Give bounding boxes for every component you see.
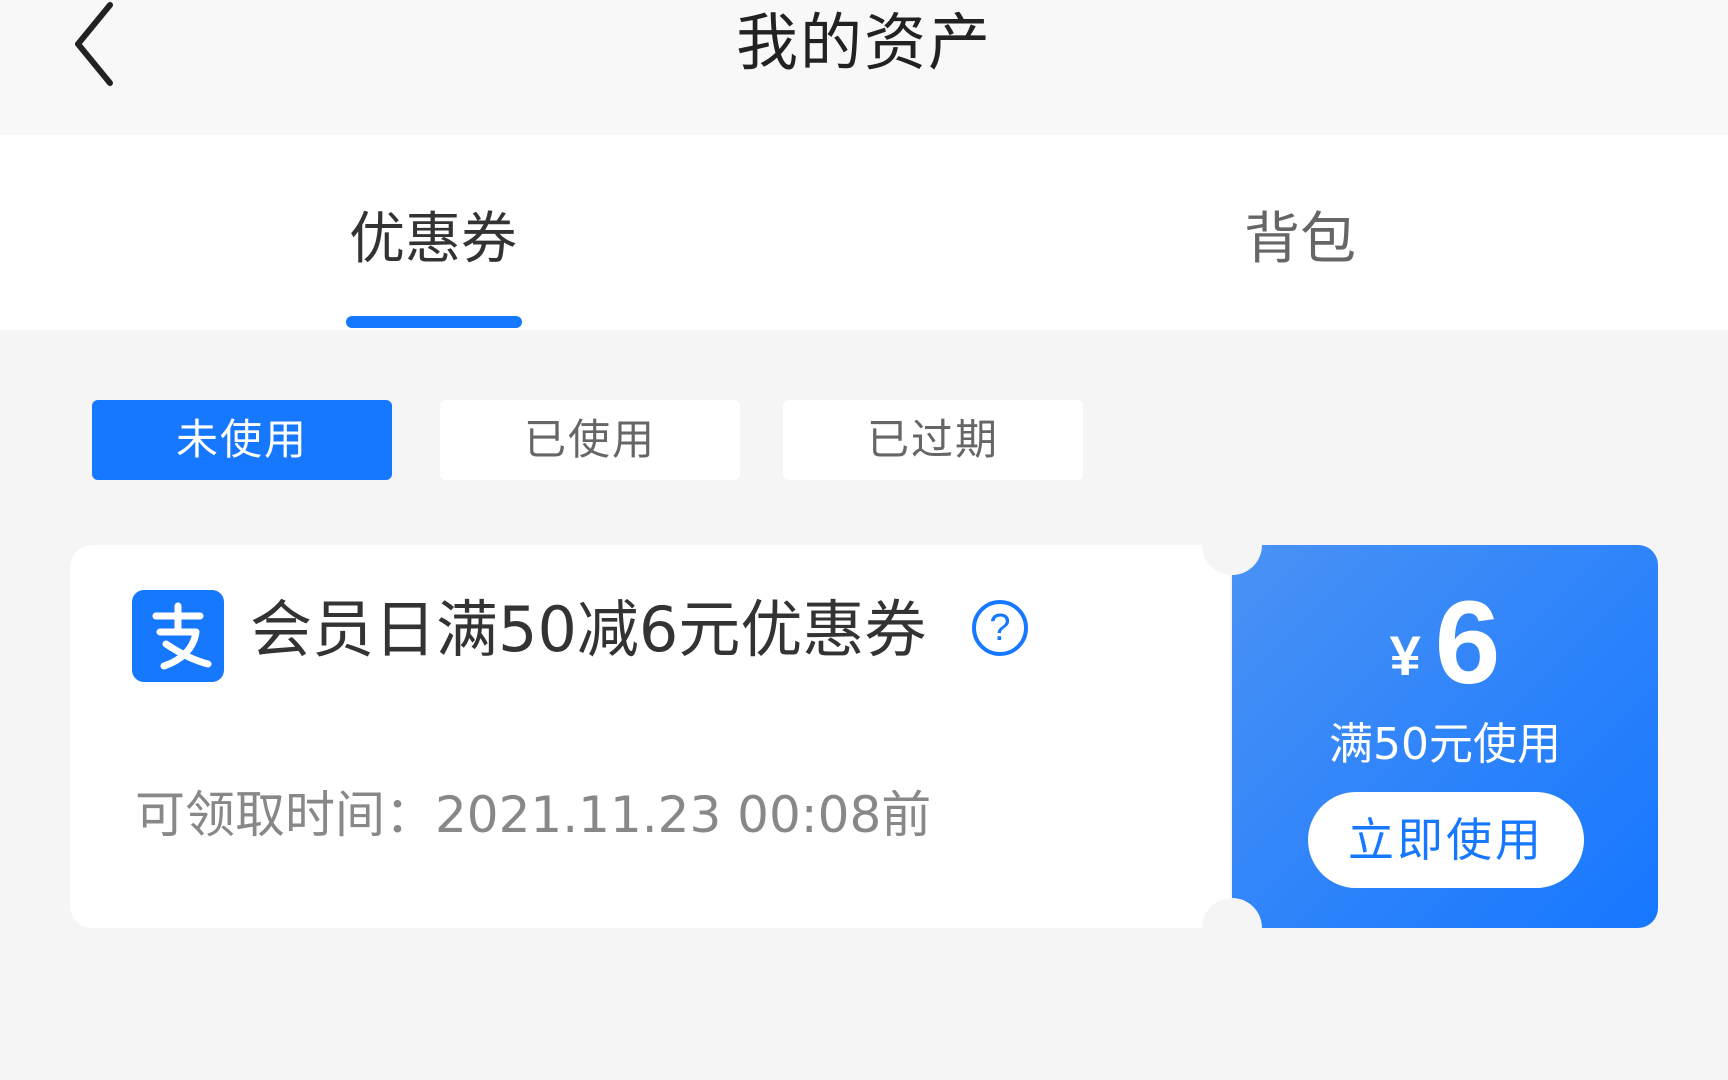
coupon-threshold: 满50元使用 <box>1329 719 1561 770</box>
filter-expired[interactable]: 已过期 <box>783 400 1083 480</box>
tab-backpack[interactable]: 背包 <box>1200 190 1400 290</box>
page-title: 我的资产 <box>735 6 992 79</box>
tab-bar: 优惠券 背包 <box>0 135 1728 330</box>
coupon-title: 会员日满50减6元优惠券 <box>250 593 927 666</box>
currency-symbol: ¥ <box>1389 624 1421 687</box>
filter-used[interactable]: 已使用 <box>440 400 740 480</box>
tab-coupons[interactable]: 优惠券 <box>340 190 526 290</box>
top-bar: 我的资产 <box>0 0 1728 135</box>
coupon-price: ¥6 <box>1232 575 1658 711</box>
coupon-amount: 6 <box>1434 577 1501 709</box>
help-icon[interactable]: ? <box>972 600 1028 656</box>
claim-deadline: 可领取时间：2021.11.23 00:08前 <box>135 786 932 844</box>
alipay-logo-icon <box>132 590 224 682</box>
filter-unused[interactable]: 未使用 <box>92 400 392 480</box>
active-tab-indicator <box>346 316 522 328</box>
coupon-notch-bottom <box>1202 898 1262 958</box>
coupon-notch-top <box>1202 515 1262 575</box>
screen: 我的资产 优惠券 背包 未使用 已使用 已过期 会员日满50减6元优惠券 ? 可… <box>0 0 1728 1080</box>
use-now-button[interactable]: 立即使用 <box>1308 792 1584 888</box>
